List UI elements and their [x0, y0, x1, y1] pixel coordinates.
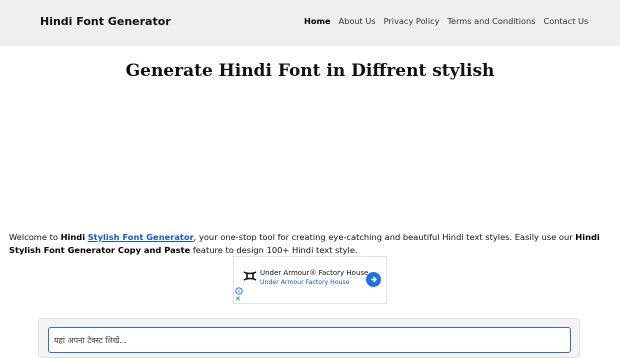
intro-text-1: Welcome to [9, 232, 61, 242]
ad-arrow-button[interactable] [366, 272, 381, 287]
nav-home[interactable]: Home [304, 16, 331, 26]
ad-banner[interactable]: Under Armour® Factory House Under Armour… [233, 256, 387, 304]
page-title: Generate Hindi Font in Diffrent stylish [125, 61, 495, 81]
main-nav: Home About Us Privacy Policy Terms and C… [304, 16, 588, 26]
ad-title[interactable]: Under Armour® Factory House [260, 269, 368, 277]
stylish-font-generator-link[interactable]: Stylish Font Generator [88, 232, 194, 242]
nav-privacy-policy[interactable]: Privacy Policy [384, 16, 440, 26]
nav-about-us[interactable]: About Us [339, 16, 376, 26]
hindi-text-input[interactable] [48, 327, 571, 353]
intro-text-2: , your one-stop tool for creating eye-ca… [193, 232, 576, 242]
nav-terms-and-conditions[interactable]: Terms and Conditions [447, 16, 535, 26]
under-armour-logo-icon [243, 271, 257, 281]
intro-paragraph: Welcome to Hindi Stylish Font Generator,… [9, 231, 615, 257]
site-brand[interactable]: Hindi Font Generator [40, 15, 171, 28]
intro-text-3: feature to design 100+ Hindi text style. [190, 245, 358, 255]
ad-subtitle[interactable]: Under Armour Factory House [260, 279, 350, 286]
top-navbar: Hindi Font Generator Home About Us Priva… [0, 0, 620, 46]
arrow-right-icon [371, 276, 377, 283]
ad-close-icon[interactable]: ✕ [235, 295, 241, 303]
ad-info-icon[interactable] [235, 287, 243, 295]
intro-bold-hindi: Hindi [60, 232, 86, 242]
nav-contact-us[interactable]: Contact Us [544, 16, 589, 26]
